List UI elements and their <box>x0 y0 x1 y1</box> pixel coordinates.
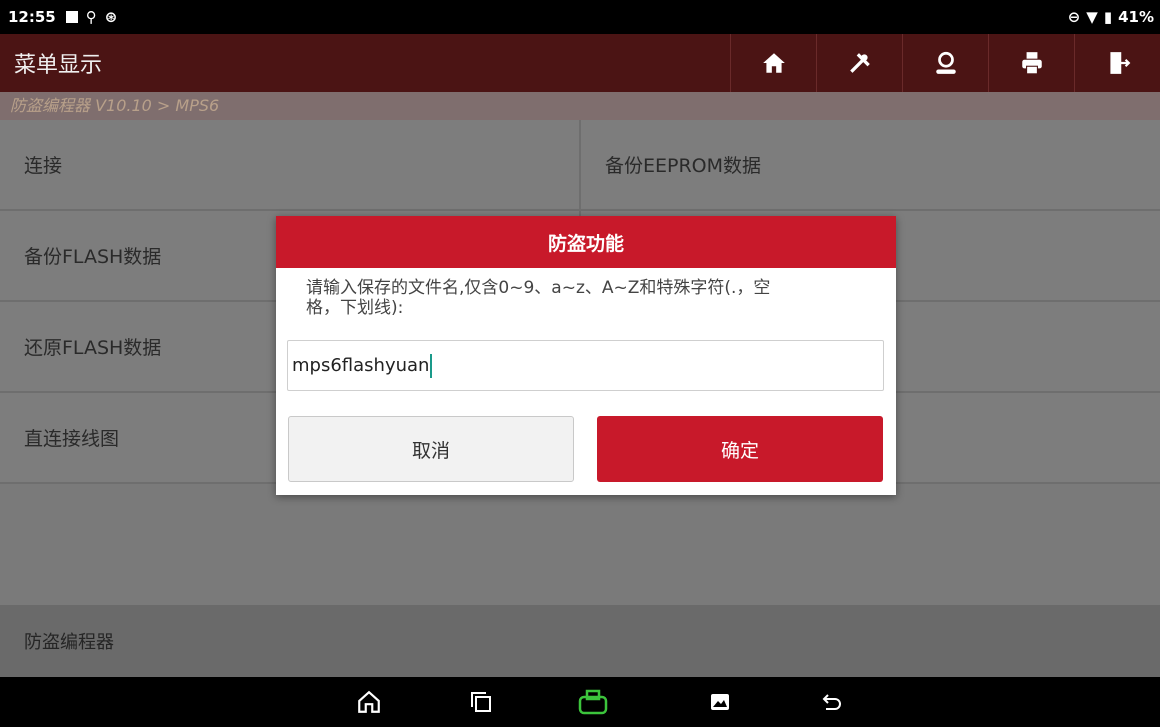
print-button[interactable] <box>988 34 1074 92</box>
battery-level: 41% <box>1118 8 1154 26</box>
home-outline-icon <box>358 690 380 713</box>
dialog-message-line: 格，下划线): <box>306 298 404 318</box>
recents-icon <box>471 692 491 712</box>
exit-button[interactable] <box>1074 34 1160 92</box>
notification-icons: ⚲ ⊛ <box>65 8 118 26</box>
status-bar: 12:55 ⚲ ⊛ ⊖ ▼ ▮ 41% <box>0 0 1160 34</box>
dialog-message-line: 请输入保存的文件名,仅含0~9、a~z、A~Z和特殊字符(.，空 <box>306 278 771 298</box>
vci-icon <box>578 689 608 715</box>
breadcrumb: 防盗编程器 V10.10 > MPS6 <box>0 92 1160 120</box>
nav-back-button[interactable] <box>817 687 847 717</box>
tools-button[interactable] <box>816 34 902 92</box>
wifi-icon: ▼ <box>1086 8 1098 26</box>
title-bar: 菜单显示 <box>0 34 1160 92</box>
cancel-button[interactable]: 取消 <box>288 416 574 482</box>
nav-vci-button[interactable] <box>578 687 608 717</box>
navigation-bar <box>0 677 1160 727</box>
cast-icon: ⊛ <box>104 8 118 26</box>
anti-theft-dialog: 防盗功能 请输入保存的文件名,仅含0~9、a~z、A~Z和特殊字符(.，空 格，… <box>276 216 896 495</box>
filename-input-value: mps6flashyuan <box>292 355 430 376</box>
menu-item-backup-eeprom[interactable]: 备份EEPROM数据 <box>579 120 1160 209</box>
confirm-button[interactable]: 确定 <box>597 416 883 482</box>
footer-label: 防盗编程器 <box>0 605 1160 677</box>
dialog-message: 请输入保存的文件名,仅含0~9、a~z、A~Z和特殊字符(.，空 格，下划线): <box>306 278 882 328</box>
menu-row: 连接 备份EEPROM数据 <box>0 120 1160 211</box>
text-cursor <box>430 353 433 378</box>
tools-icon <box>849 53 870 73</box>
system-icons: ⊖ ▼ ▮ 41% <box>1068 8 1154 26</box>
dnd-icon: ⊖ <box>1067 8 1081 26</box>
nav-gallery-button[interactable] <box>705 687 735 717</box>
status-time: 12:55 <box>8 8 56 26</box>
user-icon <box>935 51 956 74</box>
nav-home-button[interactable] <box>354 687 384 717</box>
print-icon <box>1021 52 1042 75</box>
page-title: 菜单显示 <box>14 53 103 78</box>
filename-input[interactable]: mps6flashyuan <box>287 340 884 391</box>
image-icon <box>711 694 729 710</box>
dialog-title: 防盗功能 <box>276 216 896 268</box>
nav-recents-button[interactable] <box>466 687 496 717</box>
home-icon <box>762 53 785 73</box>
usb-icon: ⚲ <box>85 8 97 26</box>
user-button[interactable] <box>902 34 988 92</box>
exit-icon <box>1109 52 1130 74</box>
menu-item-connect[interactable]: 连接 <box>0 120 579 209</box>
toolbar <box>730 34 1160 92</box>
home-button[interactable] <box>730 34 816 92</box>
battery-icon: ▮ <box>1103 8 1113 26</box>
back-icon <box>822 694 841 710</box>
notification-image-icon <box>65 11 78 23</box>
